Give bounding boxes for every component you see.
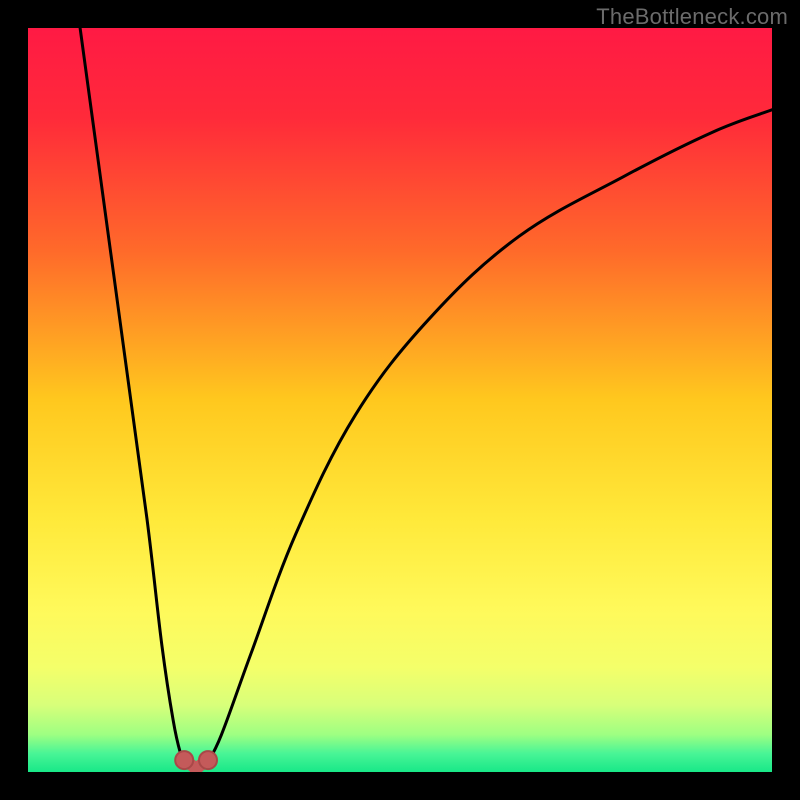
curve-layer <box>28 28 772 772</box>
dip-marker-left <box>175 751 193 769</box>
chart-stage: TheBottleneck.com <box>0 0 800 800</box>
right-branch-curve <box>207 110 772 765</box>
watermark-text: TheBottleneck.com <box>596 4 788 30</box>
plot-area <box>28 28 772 772</box>
left-branch-curve <box>80 28 186 765</box>
dip-marker-right <box>199 751 217 769</box>
